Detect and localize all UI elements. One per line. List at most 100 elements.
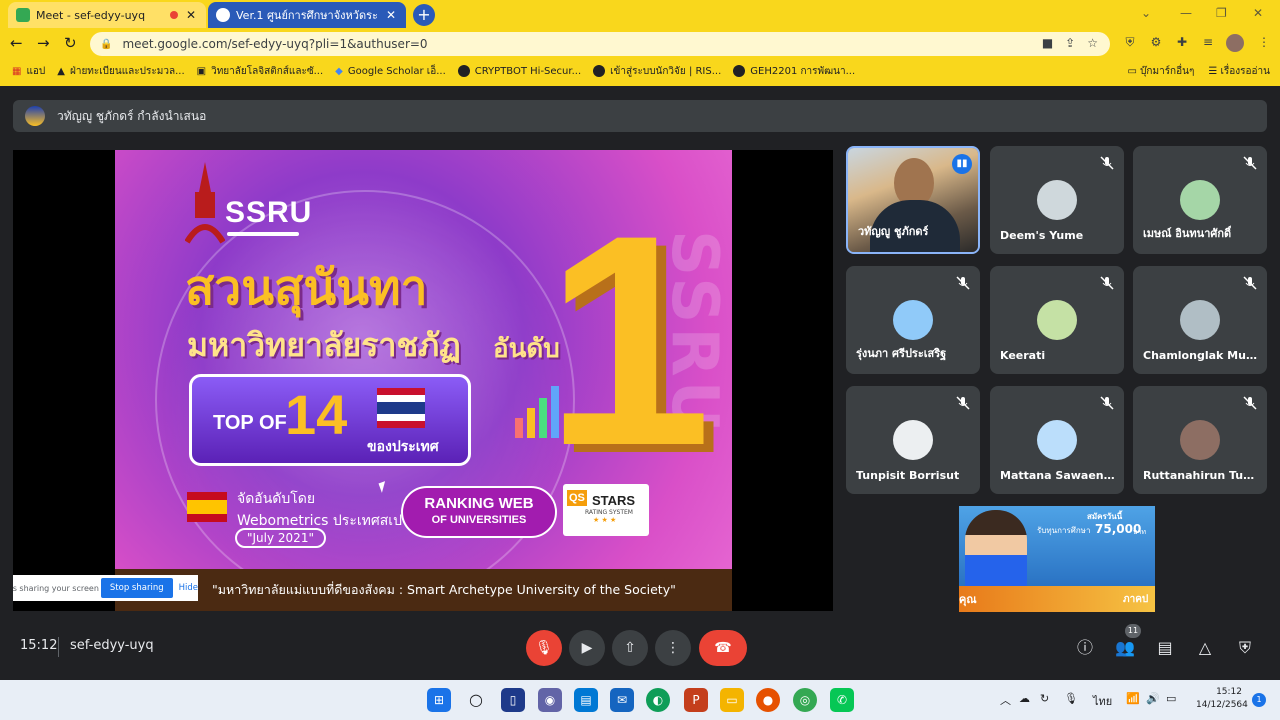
bookmark-item[interactable]: ◆ Google Scholar เอ็... [335,64,446,79]
bookmark-item[interactable]: เข้าสู่ระบบนักวิจัย | RIS... [593,64,721,79]
close-window-icon[interactable]: ✕ [1253,6,1263,20]
notification-badge[interactable]: 1 [1252,693,1266,707]
bookmark-favicon-icon: ▣ [196,65,207,77]
maximize-icon[interactable]: ❐ [1216,6,1227,20]
participant-tile[interactable]: เมษณ์ อินทนาศักดิ์ [1133,146,1267,254]
profile-avatar[interactable] [1226,34,1244,52]
input-language[interactable]: ไทย [1093,692,1112,710]
tab-title: Ver.1 ศูนย์การศึกษาจังหวัดระนอง มหา [236,9,378,22]
hang-up-icon: ☎ [714,640,732,656]
close-tab-icon[interactable]: ✕ [184,8,198,22]
participant-tile[interactable]: Chamlonglak Mun... [1133,266,1267,374]
presenter-avatar [25,106,45,126]
logo-underline [227,232,299,236]
chat-icon[interactable]: ▤ [1153,636,1177,660]
bookmark-label: เรื่องรออ่าน [1220,65,1270,77]
firefox-icon[interactable]: ● [756,688,780,712]
line-app-icon[interactable]: ✆ [830,688,854,712]
participant-tile[interactable]: Mattana Sawaengsit [990,386,1124,494]
hide-share-bar-button[interactable]: Hide [179,583,198,593]
reading-list-icon[interactable]: ≡ [1200,35,1216,51]
promo-image-tile[interactable]: สมัครวันนี้ รับทุนการศึกษา 75,000 บาท คุ… [959,506,1155,612]
ranked-by-label: จัดอันดับโดย [237,491,316,507]
other-bookmarks[interactable]: ▭ บุ๊กมาร์กอื่นๆ [1127,64,1194,79]
extensions-puzzle-icon[interactable]: ✚ [1174,35,1190,51]
more-vert-icon: ⋮ [666,640,680,656]
mic-off-icon [1100,276,1114,290]
chrome-icon[interactable]: ◎ [793,688,817,712]
tab-search-icon[interactable]: ⌄ [1141,6,1151,20]
forward-icon[interactable]: → [37,34,50,52]
participant-tile[interactable]: Ruttanahirun Tupiy... [1133,386,1267,494]
bookmark-apps[interactable]: ▦ แอป [12,64,45,79]
system-clock[interactable]: 15:12 14/12/2564 [1196,686,1248,712]
bookmark-item[interactable]: ▣ วิทยาลัยโลจิสติกส์และซั... [197,64,324,79]
bookmark-star-icon[interactable]: ☆ [1087,36,1098,50]
reload-icon[interactable]: ↻ [64,34,77,52]
store-icon[interactable]: ▤ [574,688,598,712]
qs-stars-badge: QS STARS RATING SYSTEM ★ ★ ★ [563,484,649,536]
address-bar[interactable]: 🔒 meet.google.com/sef-edyy-uyq?pli=1&aut… [90,32,1110,56]
teams-chat-icon[interactable]: ◉ [538,688,562,712]
divider [58,637,59,657]
close-tab-icon[interactable]: ✕ [384,8,398,22]
people-icon[interactable]: 👥 [1113,636,1137,660]
bookmark-item[interactable]: CRYPTBOT Hi-Secur... [457,65,581,77]
wifi-icon[interactable]: 📶 [1126,692,1140,705]
tray-chevron-icon[interactable]: ︿ [1000,692,1011,708]
meeting-info-icon[interactable]: ⓘ [1073,636,1097,660]
slide-title: สวนสุนันทา [185,260,428,316]
start-windows-icon[interactable]: ⊞ [427,688,451,712]
microphone-icon[interactable]: 🎙 [1064,692,1078,705]
participant-tile[interactable]: Keerati [990,266,1124,374]
edge-browser-icon[interactable]: ◐ [646,688,670,712]
tab-title: Meet - sef-edyy-uyq [36,8,146,22]
new-tab-button[interactable]: + [413,4,435,26]
powerpoint-icon[interactable]: P [684,688,708,712]
avocado-avatar-icon [1180,180,1220,220]
tab-meet[interactable]: Meet - sef-edyy-uyq ✕ [8,2,206,28]
camera-icon[interactable]: ■ [1042,36,1053,50]
tab-ver1[interactable]: Ver.1 ศูนย์การศึกษาจังหวัดระนอง มหา ✕ [208,2,406,28]
reading-list[interactable]: ☰ เรื่องรออ่าน [1208,64,1270,79]
participant-tile[interactable]: รุ่งนภา ศรีประเสริฐ [846,266,980,374]
task-view-icon[interactable]: ▯ [501,688,525,712]
bookmark-item[interactable]: ▲ ฝ่ายทะเบียนและประมวล... [57,64,184,79]
more-options-button[interactable]: ⋮ [655,630,691,666]
extension-gear-icon[interactable]: ⚙ [1148,35,1164,51]
leave-call-button[interactable]: ☎ [699,630,747,666]
sync-icon[interactable]: ↻ [1040,692,1049,705]
camera-toggle-button[interactable]: ▶ [569,630,605,666]
mail-icon[interactable]: ✉ [610,688,634,712]
rank-label: อันดับ [493,334,560,364]
mic-off-icon [1100,396,1114,410]
search-icon[interactable]: ○ [464,688,488,712]
file-explorer-icon[interactable]: ▭ [720,688,744,712]
onedrive-icon[interactable]: ☁ [1019,692,1030,705]
participant-tile[interactable]: Deem's Yume [990,146,1124,254]
scholar-icon: ◆ [335,65,343,77]
growth-chart-icon [515,386,559,438]
menu-kebab-icon[interactable]: ⋮ [1256,35,1272,51]
bookmark-favicon-icon [593,65,606,77]
minimize-icon[interactable]: — [1180,6,1192,20]
bookmark-item[interactable]: GEH2201 การพัฒนา... [733,64,855,79]
activities-icon[interactable]: △ [1193,636,1217,660]
participant-avatar [1180,300,1220,340]
mic-toggle-button[interactable]: 🎙 [526,630,562,666]
battery-icon[interactable]: ▭ [1166,692,1176,705]
clock-date: 14/12/2564 [1196,700,1248,710]
participant-tile[interactable]: Tunpisit Borrisut [846,386,980,494]
participant-name: รุ่งนภา ศรีประเสริฐ [856,347,947,360]
thai-flag-icon [377,388,425,428]
participant-tile-speaker[interactable]: ▮▮ วทัญญู ชูภักดร์ [846,146,980,254]
volume-icon[interactable]: 🔊 [1146,692,1160,705]
qs-rating-text: RATING SYSTEM [585,509,633,516]
back-icon[interactable]: ← [10,34,23,52]
presentation-slide: SSRU SSRU 1 สวนสุนันทา มหาวิทยาลัยราชภัฏ… [115,150,732,611]
share-icon[interactable]: ⇪ [1065,36,1075,50]
host-controls-icon[interactable]: ⛨ [1233,636,1257,660]
stop-sharing-button[interactable]: Stop sharing [100,578,173,598]
extension-shield-icon[interactable]: ⛨ [1122,35,1138,51]
present-screen-button[interactable]: ⇧ [612,630,648,666]
